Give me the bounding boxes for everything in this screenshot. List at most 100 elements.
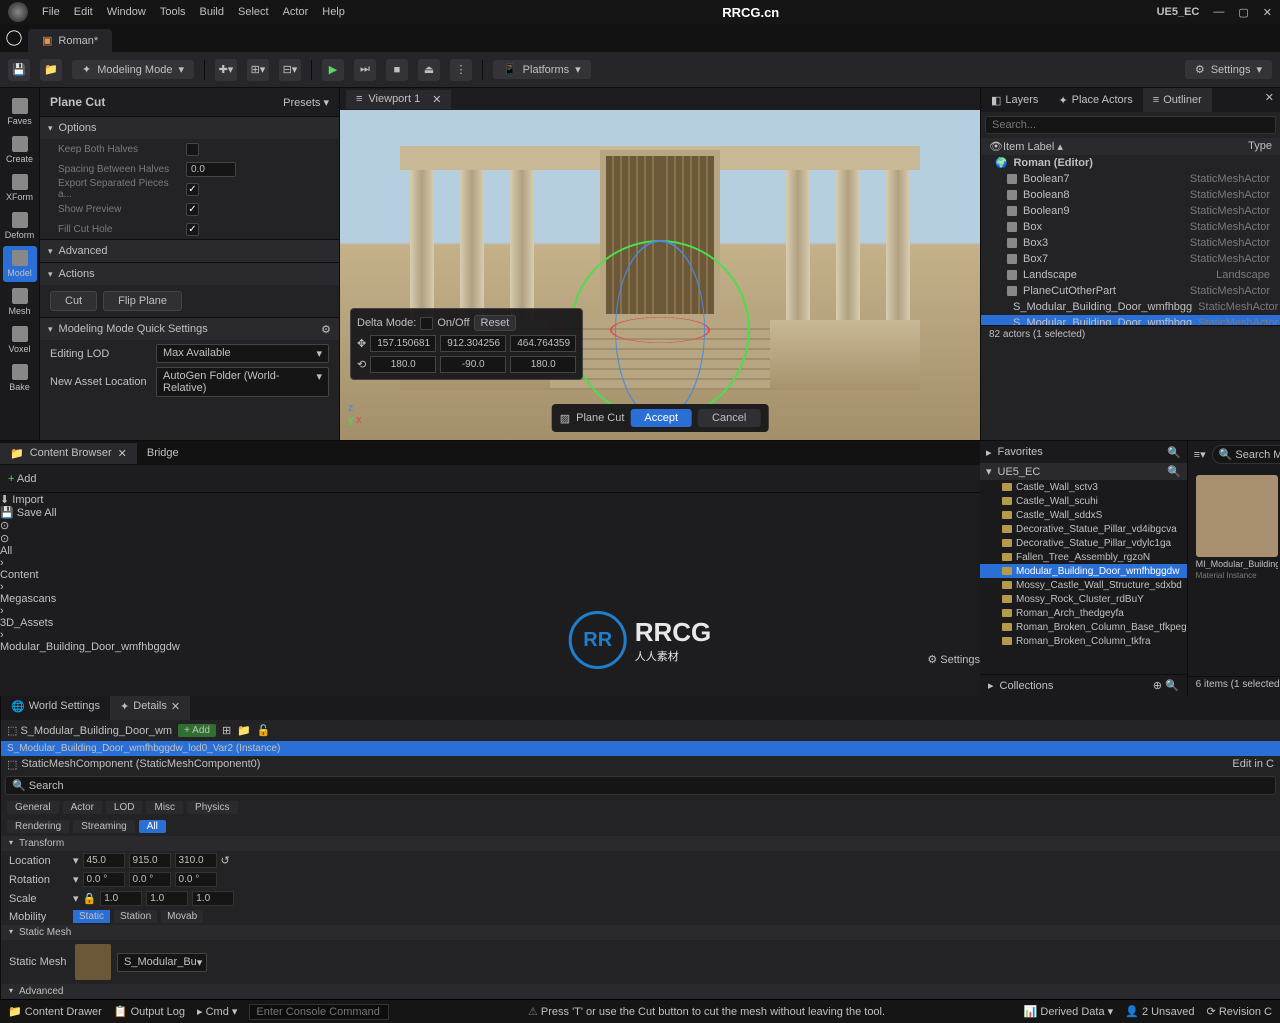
section-static-mesh[interactable]: Static Mesh <box>1 925 1280 940</box>
menu-window[interactable]: Window <box>107 6 146 18</box>
cancel-button[interactable]: Cancel <box>698 409 760 427</box>
gear-icon[interactable]: ⚙ <box>321 323 331 336</box>
delta-toggle[interactable] <box>420 317 433 330</box>
cat-deform[interactable]: Deform <box>3 208 37 244</box>
rot-y[interactable]: 0.0 ° <box>129 872 171 887</box>
cat-general[interactable]: General <box>7 801 59 814</box>
tab-details[interactable]: ✦ Details ✕ <box>110 696 190 720</box>
browse-icon[interactable]: 📁 <box>40 59 62 81</box>
cut-button[interactable]: Cut <box>50 291 97 311</box>
outliner-row[interactable]: LandscapeLandscape <box>981 267 1280 283</box>
details-lock-icon[interactable]: 🔓 <box>257 724 271 737</box>
favorites-header[interactable]: ▸ Favorites🔍 <box>980 441 1187 463</box>
menu-help[interactable]: Help <box>322 6 345 18</box>
cat-misc[interactable]: Misc <box>146 801 183 814</box>
rot-z[interactable]: 0.0 ° <box>175 872 217 887</box>
outliner-row[interactable]: Box3StaticMeshActor <box>981 235 1280 251</box>
delta-ry[interactable]: -90.0 <box>440 356 506 373</box>
scl-z[interactable]: 1.0 <box>192 891 234 906</box>
crumb-folder[interactable]: Modular_Building_Door_wmfhbggdw <box>0 641 980 653</box>
details-search[interactable]: 🔍 Search <box>5 776 1276 795</box>
nav-back-icon[interactable]: ⊙ <box>0 519 980 532</box>
viewport-tab[interactable]: ≡ Viewport 1✕ <box>346 90 451 109</box>
cat-create[interactable]: Create <box>3 132 37 168</box>
flip-plane-button[interactable]: Flip Plane <box>103 291 182 311</box>
scl-y[interactable]: 1.0 <box>146 891 188 906</box>
new-asset-loc-dropdown[interactable]: AutoGen Folder (World-Relative)▾ <box>156 367 329 397</box>
add-component-button[interactable]: + Add <box>178 724 216 737</box>
crumb-3dassets[interactable]: 3D_Assets <box>0 617 980 629</box>
accept-button[interactable]: Accept <box>630 409 692 427</box>
console-input[interactable] <box>249 1004 389 1020</box>
col-type[interactable]: Type <box>1248 140 1272 153</box>
tab-outliner[interactable]: ≡ Outliner <box>1143 88 1212 112</box>
close-tab-icon[interactable]: ✕ <box>1259 88 1280 112</box>
save-icon[interactable]: 💾 <box>8 59 30 81</box>
asset-thumbnail[interactable]: MI_Modular_Building_Door_wmfhbggdw_4KMat… <box>1196 475 1278 580</box>
scale-lock-icon[interactable]: 🔒 <box>83 892 97 905</box>
cat-rendering[interactable]: Rendering <box>7 820 69 833</box>
close-cb-icon[interactable]: ✕ <box>118 447 127 460</box>
derived-data-button[interactable]: 📊 Derived Data ▾ <box>1024 1005 1114 1018</box>
menu-tools[interactable]: Tools <box>160 6 186 18</box>
filter-icon[interactable]: ≡▾ <box>1194 448 1206 461</box>
viewport[interactable]: ≡ Viewport 1✕ ≡ ⬚ Perspective ● Lit Show… <box>340 88 980 440</box>
mesh-thumbnail[interactable] <box>75 944 111 980</box>
cb-import-button[interactable]: ⬇ Import <box>0 493 980 506</box>
add-content-icon[interactable]: ✚▾ <box>215 59 237 81</box>
section-actions[interactable]: Actions <box>40 263 339 285</box>
rot-x[interactable]: 0.0 ° <box>83 872 125 887</box>
folder-row[interactable]: Mossy_Rock_Cluster_rdBuY <box>980 592 1187 606</box>
folder-row[interactable]: Roman_Broken_Column_Base_tfkpeg <box>980 620 1187 634</box>
content-drawer-button[interactable]: 📁 Content Drawer <box>8 1005 102 1018</box>
close-details-icon[interactable]: ✕ <box>171 700 180 716</box>
lod-dropdown[interactable]: Max Available▾ <box>156 344 329 363</box>
outliner-row[interactable]: BoxStaticMeshActor <box>981 219 1280 235</box>
search-proj-icon[interactable]: 🔍 <box>1167 465 1181 478</box>
fill-cut-checkbox[interactable] <box>186 223 199 236</box>
cb-add-button[interactable]: + Add <box>8 473 36 485</box>
export-sep-checkbox[interactable] <box>186 183 199 196</box>
folder-row[interactable]: Fallen_Tree_Assembly_rgzoN <box>980 550 1187 564</box>
mesh-dropdown[interactable]: S_Modular_Bu▾ <box>117 953 207 972</box>
project-header[interactable]: ▾ UE5_EC🔍 <box>980 463 1187 480</box>
section-advanced-details[interactable]: Advanced <box>1 984 1280 999</box>
cat-all[interactable]: All <box>139 820 166 833</box>
outliner-row[interactable]: PlaneCutOtherPartStaticMeshActor <box>981 283 1280 299</box>
loc-z[interactable]: 310.0 <box>175 853 217 868</box>
keep-both-checkbox[interactable] <box>186 143 199 156</box>
col-item-label[interactable]: Item Label ▴ <box>1003 140 1248 153</box>
delta-ty[interactable]: 912.304256 <box>440 335 506 352</box>
stop-icon[interactable]: ■ <box>386 59 408 81</box>
reset-loc-icon[interactable]: ↺ <box>221 854 230 867</box>
cat-voxel[interactable]: Voxel <box>3 322 37 358</box>
close-icon[interactable]: ✕ <box>1263 6 1272 19</box>
folder-row[interactable]: Decorative_Statue_Pillar_vdylc1ga <box>980 536 1187 550</box>
nav-fwd-icon[interactable]: ⊙ <box>0 532 980 545</box>
delta-rx[interactable]: 180.0 <box>370 356 436 373</box>
cat-bake[interactable]: Bake <box>3 360 37 396</box>
menu-file[interactable]: File <box>42 6 60 18</box>
outliner-row[interactable]: Boolean8StaticMeshActor <box>981 187 1280 203</box>
close-viewport-icon[interactable]: ✕ <box>432 93 441 106</box>
folder-row[interactable]: Castle_Wall_sddxS <box>980 508 1187 522</box>
crumb-megascans[interactable]: Megascans <box>0 593 980 605</box>
cat-actor[interactable]: Actor <box>63 801 102 814</box>
outliner-row[interactable]: Boolean7StaticMeshActor <box>981 171 1280 187</box>
outliner-row[interactable]: S_Modular_Building_Door_wmfhbggStaticMes… <box>981 315 1280 325</box>
cb-search-input[interactable]: 🔍 Search Modular_Building_Door_wmfhbggdw <box>1212 445 1280 464</box>
level-tab-roman[interactable]: ▣Roman* <box>28 29 112 52</box>
add-collection-icon[interactable]: ⊕ 🔍 <box>1153 679 1179 692</box>
output-log-button[interactable]: 📋 Output Log <box>114 1005 185 1018</box>
play-options-icon[interactable]: ⋮ <box>450 59 472 81</box>
skip-icon[interactable]: ⏭ <box>354 59 376 81</box>
search-fav-icon[interactable]: 🔍 <box>1167 446 1181 459</box>
play-button[interactable]: ▶ <box>322 59 344 81</box>
marketplace-icon[interactable]: ⊞▾ <box>247 59 269 81</box>
tab-world-settings[interactable]: 🌐 World Settings <box>1 696 110 720</box>
minimize-icon[interactable]: — <box>1213 6 1224 19</box>
tab-content-browser[interactable]: 📁 Content Browser ✕ <box>0 443 137 464</box>
menu-build[interactable]: Build <box>200 6 224 18</box>
show-preview-checkbox[interactable] <box>186 203 199 216</box>
scl-x[interactable]: 1.0 <box>100 891 142 906</box>
